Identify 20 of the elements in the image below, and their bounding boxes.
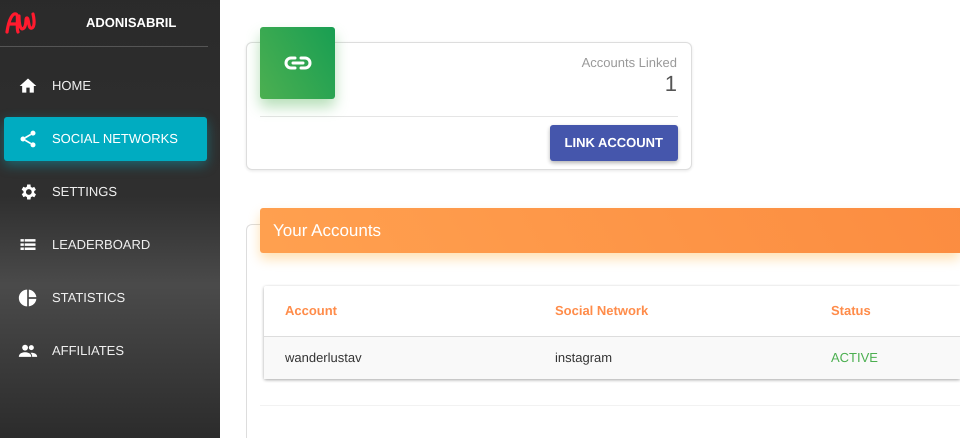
- pie-chart-icon: [18, 288, 38, 308]
- status-text: ACTIVE: [830, 348, 879, 367]
- table-cell-text: instagram: [554, 348, 614, 367]
- column-header: Account: [284, 302, 338, 320]
- link-account-button[interactable]: LINK ACCOUNT: [550, 125, 678, 160]
- stat-label: Accounts Linked: [582, 54, 677, 72]
- accounts-header: Your Accounts: [260, 208, 960, 252]
- share-icon: [18, 129, 38, 149]
- brand-name: ADONISABRIL: [86, 14, 176, 32]
- column-header: Status: [830, 302, 872, 320]
- sidebar-item[interactable]: SETTINGS: [4, 170, 207, 214]
- column-header: Social Network: [554, 302, 650, 320]
- logo-icon: [4, 10, 36, 36]
- stat-value: 1: [664, 72, 677, 94]
- sidebar-item[interactable]: STATISTICS: [4, 276, 207, 320]
- sidebar-item[interactable]: AFFILIATES: [4, 329, 207, 373]
- sidebar-item[interactable]: HOME: [4, 64, 207, 108]
- table-cell-text: wanderlustav: [284, 348, 363, 367]
- sidebar-item[interactable]: LEADERBOARD: [4, 223, 207, 267]
- link-icon: [284, 55, 312, 71]
